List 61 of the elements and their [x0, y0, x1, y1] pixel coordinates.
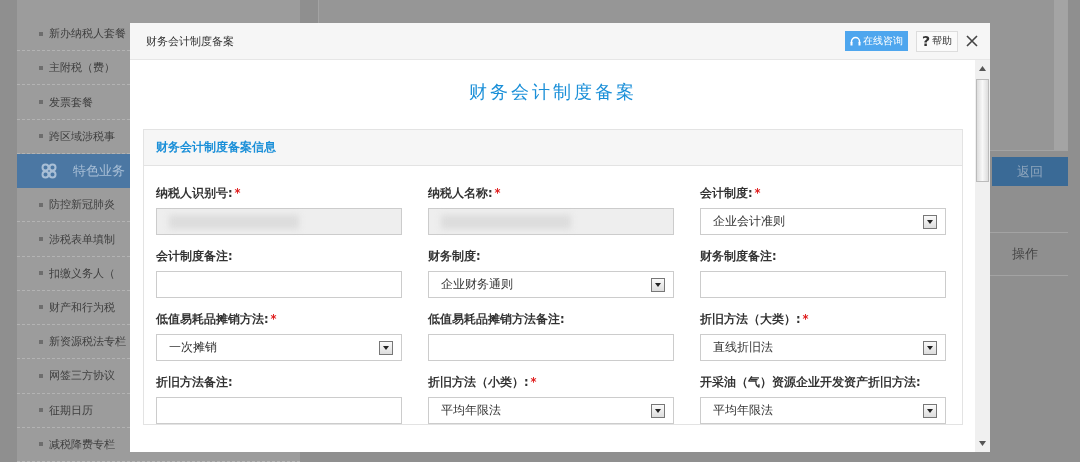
section-title: 财务会计制度备案信息	[144, 130, 962, 166]
bullet-icon	[39, 408, 43, 413]
input-field[interactable]	[156, 271, 402, 298]
input-field[interactable]	[156, 397, 402, 424]
bullet-icon	[39, 65, 43, 70]
close-icon	[966, 35, 978, 47]
dropdown-icon	[923, 214, 937, 229]
bullet-icon	[39, 237, 43, 241]
bullet-icon	[39, 134, 43, 139]
select-field[interactable]: 直线折旧法	[700, 334, 946, 361]
dialog-title: 财务会计制度备案	[146, 33, 235, 49]
dropdown-icon	[379, 340, 393, 355]
close-button[interactable]	[966, 35, 978, 47]
select-field[interactable]: 企业财务通则	[428, 271, 674, 298]
field-label: 低值易耗品摊销方法: *	[156, 312, 278, 327]
field-label: 纳税人名称: *	[428, 186, 502, 201]
clover-icon	[41, 162, 57, 179]
bullet-icon	[39, 373, 43, 378]
dropdown-icon	[923, 403, 937, 418]
input-field[interactable]	[428, 208, 674, 235]
field-label: 折旧方法（小类）: *	[428, 375, 538, 390]
scroll-down-icon[interactable]	[979, 441, 986, 446]
bullet-icon	[39, 202, 43, 207]
required-mark: *	[494, 186, 501, 200]
dropdown-icon	[651, 403, 665, 418]
field-label: 折旧方法（大类）: *	[700, 312, 810, 327]
scroll-up-icon[interactable]	[979, 66, 986, 71]
select-field[interactable]: 企业会计准则	[700, 208, 946, 235]
required-mark: *	[754, 186, 761, 200]
bullet-icon	[39, 305, 43, 310]
field-label: 开采油（气）资源企业开发资产折旧方法:	[700, 375, 922, 390]
required-mark: *	[270, 312, 277, 326]
scrollbar[interactable]	[975, 60, 990, 452]
dropdown-icon	[651, 277, 665, 292]
bullet-icon	[39, 271, 43, 276]
question-icon: ?	[921, 33, 930, 49]
required-mark: *	[530, 375, 537, 389]
required-mark: *	[234, 186, 241, 200]
field-label: 纳税人识别号: *	[156, 186, 242, 201]
input-field[interactable]	[700, 271, 946, 298]
dropdown-icon	[923, 340, 937, 355]
field-label: 财务制度:	[428, 249, 482, 264]
select-field[interactable]: 平均年限法	[428, 397, 674, 424]
field-label: 财务制度备注:	[700, 249, 778, 264]
page-heading: 财务会计制度备案	[468, 80, 638, 104]
field-label: 低值易耗品摊销方法备注:	[428, 312, 566, 327]
bullet-icon	[39, 31, 43, 36]
input-field[interactable]	[156, 208, 402, 235]
required-mark: *	[802, 312, 809, 326]
field-label: 会计制度: *	[700, 186, 762, 201]
field-label: 折旧方法备注:	[156, 375, 234, 390]
field-label: 会计制度备注:	[156, 249, 234, 264]
bullet-icon	[39, 100, 43, 105]
bullet-icon	[39, 442, 43, 447]
column-header: 操作	[1012, 245, 1038, 263]
select-field[interactable]: 一次摊销	[156, 334, 402, 361]
scroll-thumb[interactable]	[976, 79, 989, 182]
bullet-icon	[39, 339, 43, 344]
input-field[interactable]	[428, 334, 674, 361]
headset-icon	[849, 35, 861, 47]
select-field[interactable]: 平均年限法	[700, 397, 946, 424]
